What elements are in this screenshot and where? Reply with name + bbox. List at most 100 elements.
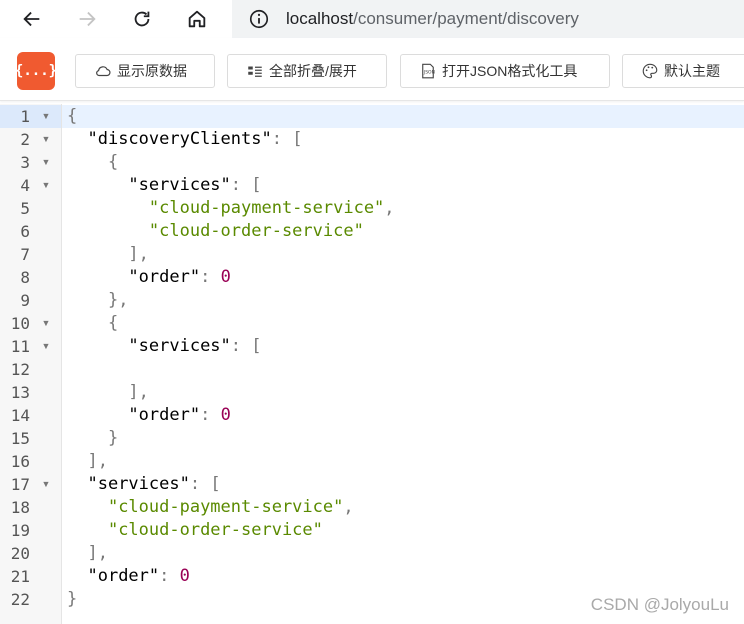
code-text: } <box>67 427 118 450</box>
code-text: "order": 0 <box>67 404 231 427</box>
url-bar[interactable]: localhost/consumer/payment/discovery <box>232 0 744 38</box>
code-text: "cloud-payment-service", <box>67 197 395 220</box>
fold-toggle-icon[interactable]: ▼ <box>40 174 52 197</box>
show-raw-button[interactable]: 显示原数据 <box>75 54 215 88</box>
json-punct: ], <box>128 382 149 402</box>
code-text: ], <box>67 542 108 565</box>
url-path: /consumer/payment/discovery <box>353 9 579 28</box>
json-string: "cloud-payment-service" <box>148 198 385 218</box>
code-text: { <box>67 105 77 128</box>
json-punct: : <box>159 566 180 586</box>
code-text: } <box>67 588 77 611</box>
show-raw-label: 显示原数据 <box>117 63 187 79</box>
json-viewer-toolbar: {...} 显示原数据 全部折叠/展开 JSON 打开JSON格式化工具 默认主… <box>0 38 744 101</box>
fold-all-label: 全部折叠/展开 <box>269 63 357 79</box>
line-number: 14 <box>10 406 30 425</box>
code-line: 7 ], <box>0 243 744 266</box>
code-line: 4 ▼ "services": [ <box>0 174 744 197</box>
json-key: "services" <box>128 175 231 195</box>
json-punct: , <box>343 497 354 517</box>
code-line: 6 "cloud-order-service" <box>0 220 744 243</box>
json-punct: : [ <box>230 175 262 195</box>
json-number: 0 <box>220 267 231 287</box>
forward-icon <box>79 11 96 27</box>
info-icon[interactable] <box>248 8 270 30</box>
line-number: 8 <box>20 268 30 287</box>
json-number: 0 <box>220 405 231 425</box>
code-line: 3 ▼ { <box>0 151 744 174</box>
fold-all-button[interactable]: 全部折叠/展开 <box>227 54 387 88</box>
watermark: CSDN @JolyouLu <box>590 595 729 614</box>
url-text[interactable]: localhost/consumer/payment/discovery <box>286 9 579 29</box>
code-line: 13 ], <box>0 381 744 404</box>
json-tool-label: 打开JSON格式化工具 <box>442 63 578 79</box>
json-viewer-logo[interactable]: {...} <box>15 52 57 90</box>
code-line: 8 "order": 0 <box>0 266 744 289</box>
code-line: 11 ▼ "services": [ <box>0 335 744 358</box>
json-punct: : <box>200 405 221 425</box>
line-number: 10 <box>10 314 30 333</box>
line-number: 18 <box>10 498 30 517</box>
line-number: 17 <box>10 475 30 494</box>
code-text: "cloud-order-service" <box>67 220 364 243</box>
home-icon <box>188 10 206 28</box>
line-number: 9 <box>20 291 30 310</box>
code-text: { <box>67 151 118 174</box>
code-line: 19 "cloud-order-service" <box>0 519 744 542</box>
code-text: ], <box>67 381 149 404</box>
json-punct: } <box>107 428 119 448</box>
fold-toggle-icon[interactable]: ▼ <box>40 151 52 174</box>
line-number: 15 <box>10 429 30 448</box>
back-button[interactable] <box>16 3 48 35</box>
fold-toggle-icon[interactable]: ▼ <box>40 335 52 358</box>
line-number: 11 <box>10 337 30 356</box>
json-tool-button[interactable]: JSON 打开JSON格式化工具 <box>400 54 610 88</box>
code-line: 5 "cloud-payment-service", <box>0 197 744 220</box>
line-number: 16 <box>10 452 30 471</box>
fold-toggle-icon[interactable]: ▼ <box>40 128 52 151</box>
json-key: "services" <box>87 474 190 494</box>
active-line-highlight <box>62 105 744 128</box>
json-punct: ], <box>87 543 108 563</box>
fold-toggle-icon[interactable]: ▼ <box>40 473 52 496</box>
theme-button[interactable]: 默认主题 <box>622 54 744 88</box>
line-number: 19 <box>10 521 30 540</box>
code-text: { <box>67 312 118 335</box>
json-punct: : [ <box>189 474 221 494</box>
code-text: ], <box>67 243 148 266</box>
code-line: 18 "cloud-payment-service", <box>0 496 744 519</box>
json-punct: : <box>200 267 221 287</box>
fold-toggle-icon[interactable]: ▼ <box>40 105 52 128</box>
line-number: 2 <box>20 130 30 149</box>
json-string: "cloud-order-service" <box>148 221 364 241</box>
code-line: 14 "order": 0 <box>0 404 744 427</box>
code-text: }, <box>67 289 128 312</box>
line-number: 3 <box>20 153 30 172</box>
reload-button[interactable] <box>126 3 158 35</box>
palette-icon <box>642 63 658 79</box>
cloud-icon <box>96 66 111 77</box>
code-text: "cloud-order-service" <box>67 519 323 542</box>
line-number: 13 <box>10 383 30 402</box>
back-icon <box>23 11 40 27</box>
code-text: "cloud-payment-service", <box>67 496 354 519</box>
line-number: 7 <box>20 245 30 264</box>
line-number: 12 <box>10 360 30 379</box>
line-number: 21 <box>10 567 30 586</box>
json-punct: { <box>107 152 119 172</box>
code-line: 15 } <box>0 427 744 450</box>
forward-button[interactable] <box>71 3 103 35</box>
code-line: 10 ▼ { <box>0 312 744 335</box>
code-line: 2 ▼ "discoveryClients": [ <box>0 128 744 151</box>
code-line: 21 "order": 0 <box>0 565 744 588</box>
line-number: 20 <box>10 544 30 563</box>
json-key: "services" <box>128 336 231 356</box>
line-number: 5 <box>20 199 30 218</box>
code-text: "order": 0 <box>67 266 231 289</box>
home-button[interactable] <box>181 3 213 35</box>
json-key: "discoveryClients" <box>87 129 272 149</box>
json-key: "order" <box>87 566 160 586</box>
fold-toggle-icon[interactable]: ▼ <box>40 312 52 335</box>
svg-text:JSON: JSON <box>423 69 435 75</box>
